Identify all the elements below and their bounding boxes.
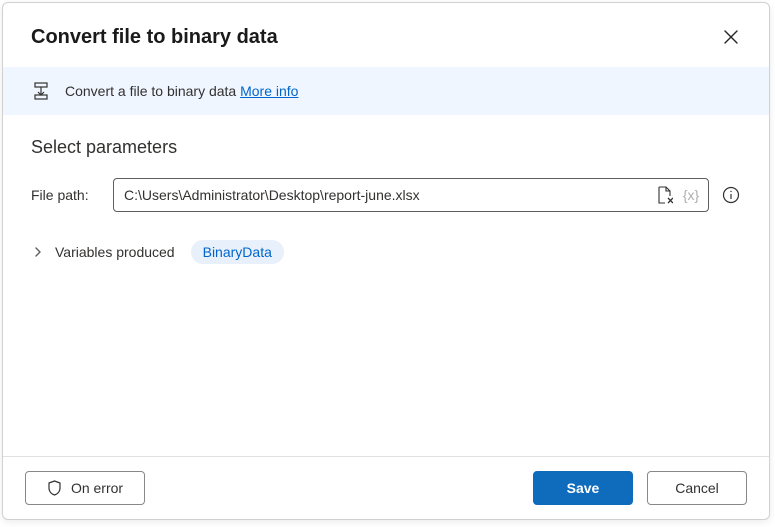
cancel-label: Cancel (675, 480, 719, 496)
section-title: Select parameters (31, 137, 741, 158)
variables-produced-row: Variables produced BinaryData (31, 240, 741, 264)
info-text: Convert a file to binary data More info (65, 83, 298, 99)
file-select-button[interactable] (654, 185, 674, 205)
chevron-right-icon (33, 247, 43, 257)
file-path-input-wrap: {x} (113, 178, 709, 212)
footer-actions: Save Cancel (533, 471, 747, 505)
dialog-header: Convert file to binary data (3, 3, 769, 67)
shield-icon (47, 480, 63, 496)
info-description: Convert a file to binary data (65, 83, 236, 99)
file-path-input[interactable] (124, 187, 648, 203)
dialog-footer: On error Save Cancel (3, 456, 769, 519)
info-icon (722, 186, 740, 204)
dialog-convert-file-to-binary: Convert file to binary data Convert a fi… (2, 2, 770, 520)
on-error-button[interactable]: On error (25, 471, 145, 505)
param-info-button[interactable] (721, 185, 741, 205)
variable-chip-binarydata[interactable]: BinaryData (191, 240, 284, 264)
binary-file-icon (31, 81, 51, 101)
save-button[interactable]: Save (533, 471, 633, 505)
close-button[interactable] (715, 21, 747, 53)
file-select-icon (656, 186, 673, 204)
dialog-title: Convert file to binary data (31, 26, 278, 49)
info-bar: Convert a file to binary data More info (3, 67, 769, 115)
on-error-label: On error (71, 480, 123, 496)
save-label: Save (567, 480, 600, 496)
expand-variables-button[interactable] (31, 245, 45, 259)
variable-token-button[interactable]: {x} (680, 187, 702, 203)
more-info-link[interactable]: More info (240, 83, 298, 99)
variables-produced-label: Variables produced (55, 244, 175, 260)
param-row-file-path: File path: {x} (31, 178, 741, 212)
file-path-label: File path: (31, 187, 101, 203)
dialog-content: Select parameters File path: {x} (3, 115, 769, 456)
cancel-button[interactable]: Cancel (647, 471, 747, 505)
close-icon (724, 30, 738, 44)
